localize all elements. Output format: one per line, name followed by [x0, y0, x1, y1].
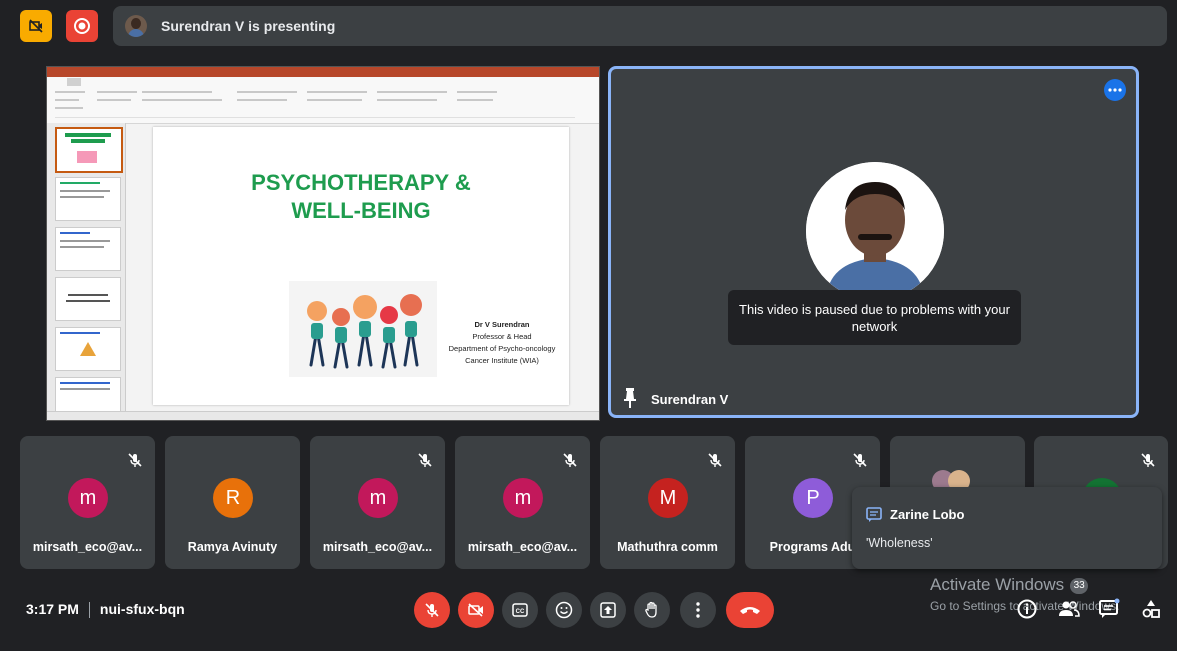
presenting-banner: Surendran V is presenting	[113, 6, 1167, 46]
participant-avatar: M	[648, 478, 688, 518]
current-slide: PSYCHOTHERAPY & WELL-BEING Dr V Surendra…	[153, 127, 569, 405]
record-icon	[74, 18, 90, 34]
participant-tile[interactable]: M Mathuthra comm	[600, 436, 735, 569]
participant-avatar: m	[503, 478, 543, 518]
ppt-ribbon	[47, 77, 599, 124]
tile-more-options-button[interactable]	[1104, 79, 1126, 101]
presenter-avatar	[125, 15, 147, 37]
people-icon[interactable]	[1058, 598, 1080, 620]
screen-share: PSYCHOTHERAPY & WELL-BEING Dr V Surendra…	[46, 66, 600, 421]
slide-thumb-5[interactable]	[55, 327, 121, 371]
slide-title: PSYCHOTHERAPY & WELL-BEING	[251, 170, 471, 223]
chat-message: 'Wholeness'	[866, 536, 933, 550]
camera-toggle-button[interactable]	[458, 592, 494, 628]
participant-tile[interactable]: R Ramya Avinuty	[165, 436, 300, 569]
more-horizontal-icon	[1108, 88, 1122, 92]
participant-name: mirsath_eco@av...	[467, 540, 578, 554]
info-icon[interactable]	[1016, 598, 1038, 620]
slide-thumb-4[interactable]	[55, 277, 121, 321]
leave-call-button[interactable]	[726, 592, 774, 628]
hang-up-icon	[740, 607, 760, 614]
chat-sender: Zarine Lobo	[890, 507, 965, 522]
presenting-text: Surendran V is presenting	[161, 18, 336, 34]
participant-avatar: R	[213, 478, 253, 518]
slide-author-block: Dr V Surendran Professor & Head Departme…	[448, 320, 556, 365]
captions-icon: CC	[512, 603, 528, 617]
participant-name: Ramya Avinuty	[187, 540, 278, 554]
record-button[interactable]	[66, 10, 98, 42]
ppt-title-bar	[47, 67, 599, 77]
raise-hand-button[interactable]	[634, 592, 670, 628]
hand-icon	[645, 601, 657, 618]
mic-off-icon	[425, 603, 439, 617]
emoji-icon	[555, 601, 573, 619]
slide-illustration	[289, 281, 437, 377]
speaker-photo	[806, 162, 944, 300]
slide-thumb-3[interactable]	[55, 227, 121, 271]
hide-tile-button[interactable]	[20, 10, 52, 42]
activities-icon[interactable]	[1140, 598, 1162, 620]
mic-off-icon	[563, 453, 577, 467]
participant-name: Mathuthra comm	[617, 540, 718, 554]
camera-off-icon	[468, 603, 483, 617]
meeting-code: nui-sfux-bqn	[99, 601, 185, 617]
mic-off-icon	[418, 453, 432, 467]
participant-tile[interactable]: m mirsath_eco@av...	[455, 436, 590, 569]
chat-icon	[866, 507, 882, 522]
participant-avatar: m	[68, 478, 108, 518]
captions-button[interactable]: CC	[502, 592, 538, 628]
participant-count-badge: 33	[1070, 577, 1089, 594]
participant-avatar: m	[358, 478, 398, 518]
no-camera-icon	[29, 19, 43, 33]
mic-off-icon	[853, 453, 867, 467]
participant-tile[interactable]: m mirsath_eco@av...	[310, 436, 445, 569]
more-vertical-icon	[696, 602, 700, 618]
participant-avatar: P	[793, 478, 833, 518]
slide-thumb-1[interactable]	[55, 127, 123, 173]
reactions-button[interactable]	[546, 592, 582, 628]
chat-notification[interactable]: Zarine Lobo 'Wholeness'	[852, 487, 1162, 569]
mic-off-icon	[1141, 453, 1155, 467]
mic-toggle-button[interactable]	[414, 592, 450, 628]
more-options-button[interactable]	[680, 592, 716, 628]
participant-tile[interactable]: m mirsath_eco@av...	[20, 436, 155, 569]
meeting-info: 3:17 PM nui-sfux-bqn	[26, 601, 185, 619]
speaker-tile: This video is paused due to problems wit…	[608, 66, 1139, 418]
clock-time: 3:17 PM	[26, 601, 79, 617]
mic-off-icon	[128, 453, 142, 467]
chat-icon[interactable]	[1098, 598, 1120, 620]
present-now-button[interactable]	[590, 592, 626, 628]
slide-thumbnails	[47, 123, 126, 420]
mic-off-icon	[708, 453, 722, 467]
svg-text:CC: CC	[516, 609, 525, 615]
video-paused-message: This video is paused due to problems wit…	[728, 290, 1021, 345]
ppt-status-bar	[47, 411, 599, 420]
speaker-name: Surendran V	[651, 392, 729, 407]
participant-name: mirsath_eco@av...	[32, 540, 143, 554]
slide-thumb-2[interactable]	[55, 177, 121, 221]
present-icon	[600, 602, 616, 618]
participant-name: mirsath_eco@av...	[322, 540, 433, 554]
pin-icon[interactable]	[623, 387, 637, 409]
